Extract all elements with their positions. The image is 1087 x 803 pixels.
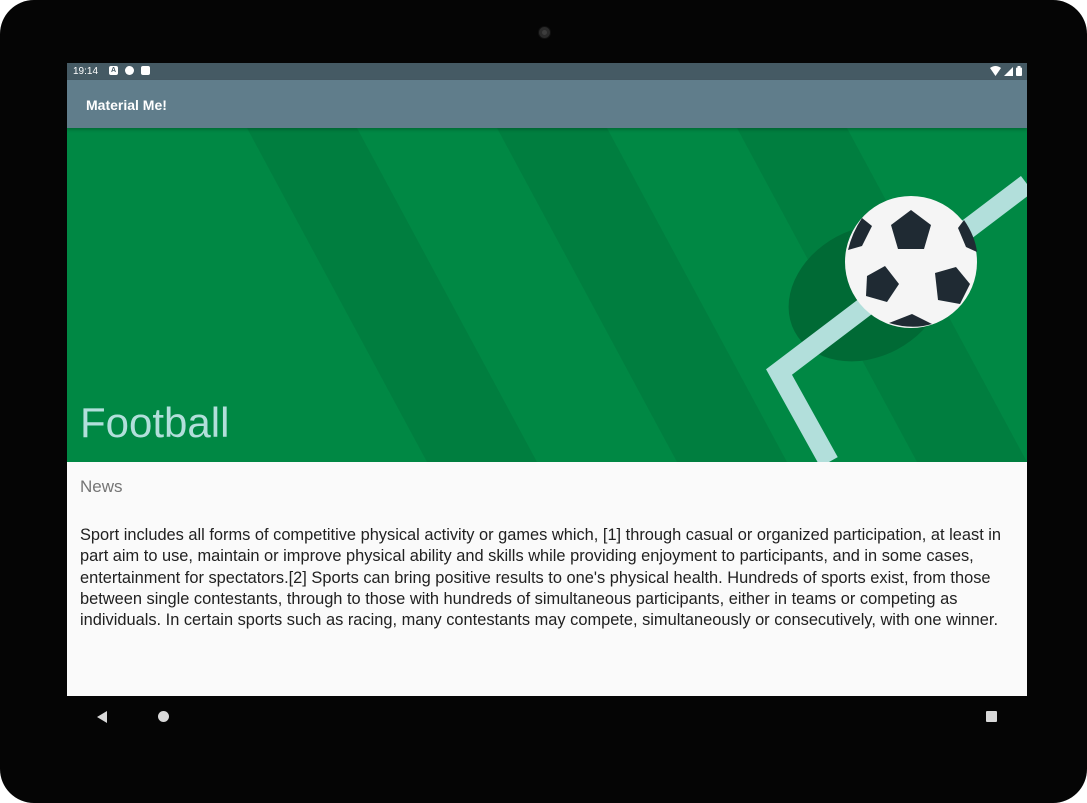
- sync-icon: [125, 66, 134, 75]
- cell-signal-icon: [1004, 67, 1013, 76]
- tablet-frame: 19:14 A Material Me! Football News Sport…: [0, 0, 1087, 803]
- status-notification-icons: A: [109, 66, 150, 75]
- sport-subtitle: News: [80, 477, 123, 496]
- football-icon: [845, 196, 977, 328]
- sport-card-body[interactable]: News Sport includes all forms of competi…: [67, 462, 1027, 696]
- navigation-bar: [67, 696, 1027, 738]
- status-time: 19:14: [73, 66, 99, 77]
- sport-card-image[interactable]: Football: [67, 128, 1027, 462]
- wifi-icon: [990, 66, 1001, 76]
- recents-icon[interactable]: [986, 711, 997, 722]
- status-bar: 19:14 A: [67, 63, 1027, 80]
- front-camera: [538, 26, 551, 39]
- back-icon[interactable]: [97, 711, 107, 723]
- battery-icon: [1016, 66, 1022, 76]
- status-system-icons: [990, 66, 1022, 76]
- app-title: Material Me!: [86, 97, 167, 113]
- app-bar: Material Me!: [67, 80, 1027, 128]
- sport-title: Football: [80, 399, 230, 446]
- sport-details: Sport includes all forms of competitive …: [80, 526, 1002, 630]
- screen: 19:14 A Material Me! Football News Sport…: [67, 63, 1027, 696]
- sd-card-icon: [141, 66, 150, 75]
- a-icon: A: [109, 66, 118, 75]
- home-icon[interactable]: [158, 711, 169, 722]
